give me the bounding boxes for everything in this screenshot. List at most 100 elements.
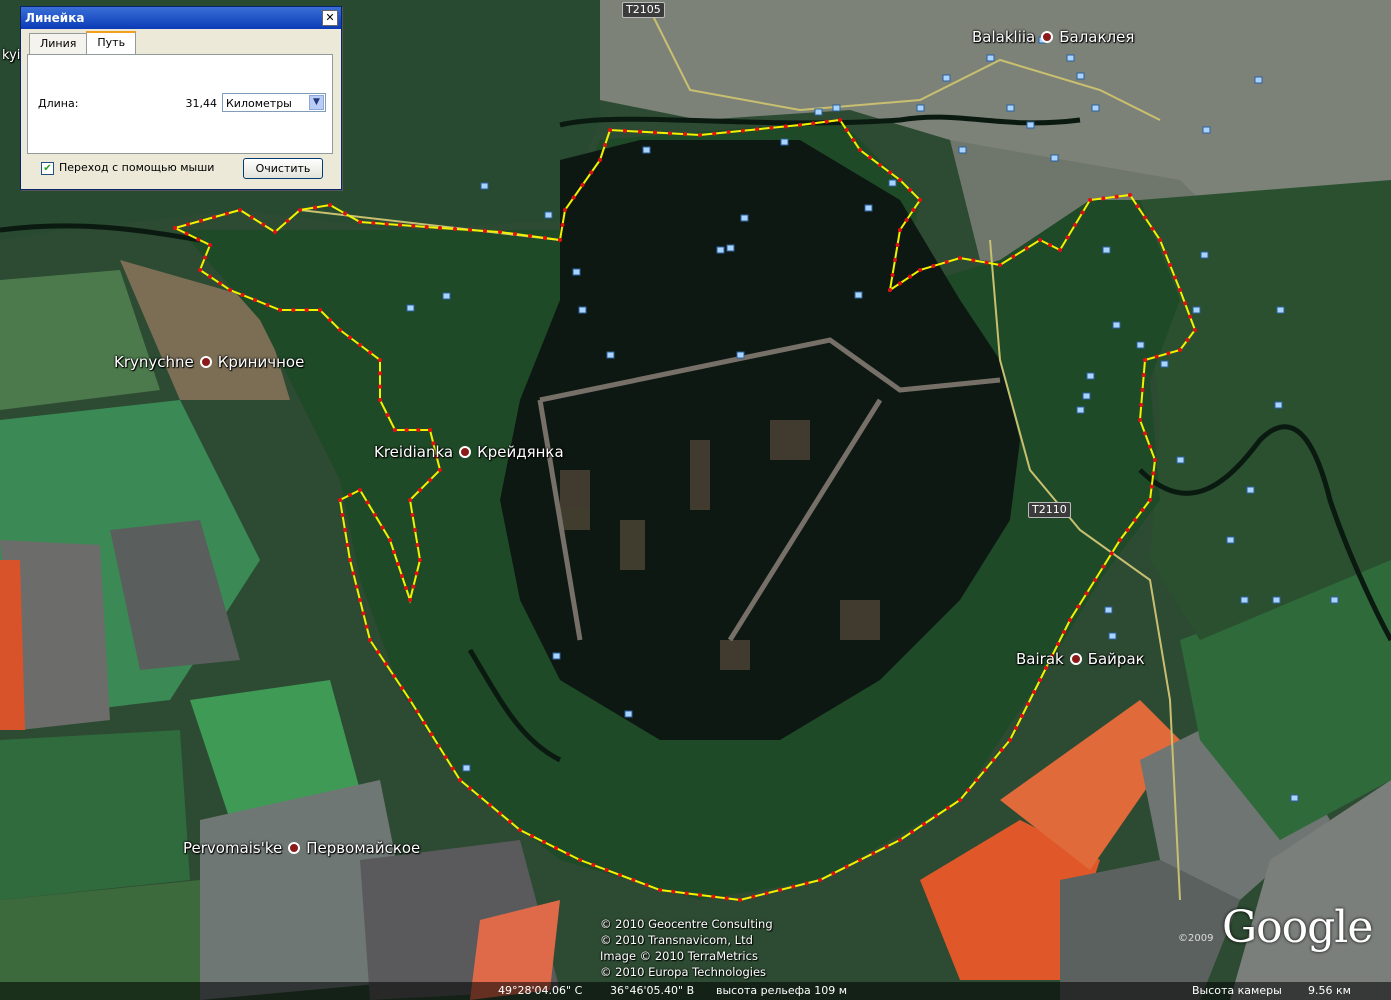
photo-marker-icon [442,292,451,300]
path-vertex [351,571,356,576]
path-vertex [918,268,922,272]
path-vertex [343,528,347,532]
path-vertex [1065,235,1070,240]
path-vertex [348,558,352,562]
path-vertex [604,868,609,872]
path-vertex [851,138,856,142]
photo-marker-icon [1108,632,1117,640]
path-vertex [1114,194,1119,199]
clear-button[interactable]: Очистить [243,158,323,179]
path-vertex [1024,246,1029,251]
place-bairak[interactable]: Bairak Байрак [1016,650,1145,668]
path-vertex [668,131,672,136]
status-latitude: 49°28'04.06" С [498,984,583,997]
place-latin: Bairak [1016,650,1064,668]
photo-marker-icon [1066,54,1075,62]
place-cyrillic: Первомайское [306,839,421,857]
path-vertex [1168,263,1172,267]
path-vertex [338,328,342,332]
place-krynychne[interactable]: Krynychne Криничное [114,353,304,371]
path-vertex [458,778,462,782]
path-vertex [898,838,902,842]
path-vertex [858,148,862,152]
photo-marker-icon [854,291,863,299]
copyright-line: © 2010 Transnavicom, Ltd [600,933,753,947]
path-vertex [683,132,687,137]
path-vertex [400,686,404,690]
path-vertex [1076,604,1081,609]
path-vertex [1026,702,1030,706]
mouse-nav-label: Переход с помощью мыши [59,161,215,174]
path-vertex [411,224,416,228]
path-vertex [1143,215,1147,220]
path-vertex [418,558,422,562]
place-kreidianka[interactable]: Kreidianka Крейдянка [374,443,564,461]
photo-marker-icon [1091,104,1100,112]
photo-marker-icon [780,138,789,146]
photo-marker-icon [480,182,489,190]
path-vertex [844,128,849,132]
path-vertex [653,130,657,135]
path-vertex [488,803,492,807]
photo-marker-icon [986,54,995,62]
path-vertex [358,343,362,347]
edge-place-fragment: kyi [2,48,20,63]
path-vertex [838,118,842,122]
close-icon[interactable]: ✕ [322,10,338,26]
path-vertex [984,260,989,265]
place-balakliia[interactable]: Balakliia Балаклея [972,28,1134,46]
path-vertex [218,281,222,286]
path-vertex [958,798,962,802]
photo-marker-icon [1076,406,1085,414]
path-vertex [560,223,565,227]
path-vertex [278,308,282,312]
path-vertex [631,878,636,882]
path-vertex [261,222,266,227]
path-vertex [408,498,412,502]
status-longitude: 36°46'05.40" В [610,984,695,997]
photo-marker-icon [1240,596,1249,604]
path-vertex [1128,193,1132,197]
path-vertex [895,243,900,247]
photo-marker-icon [740,214,749,222]
path-vertex [1038,678,1042,682]
path-vertex [1133,518,1137,522]
place-pervomaiske[interactable]: Pervomais'ke Первомайское [183,839,420,857]
unit-select[interactable]: Километры ▼ [222,93,326,112]
photo-marker-icon [462,764,471,772]
path-vertex [908,188,912,192]
path-vertex [408,698,412,702]
chevron-down-icon[interactable]: ▼ [309,95,324,110]
path-vertex [999,748,1004,752]
path-vertex [1014,726,1018,730]
ruler-titlebar[interactable]: Линейка ✕ [21,7,341,29]
road-label-t2105: T2105 [622,2,665,18]
path-vertex [554,846,558,850]
path-vertex [368,638,372,642]
path-vertex [1183,301,1187,306]
path-vertex [429,732,434,737]
tab-line[interactable]: Линия [29,33,88,56]
path-vertex [644,883,649,887]
place-latin: Pervomais'ke [183,839,283,857]
path-vertex [438,226,442,230]
path-vertex [354,584,359,589]
photo-marker-icon [1112,321,1121,329]
path-vertex [384,222,389,226]
path-vertex [871,851,876,856]
mouse-nav-checkbox[interactable]: ✔ [41,162,54,175]
path-vertex [358,598,362,602]
path-vertex [345,543,350,547]
path-vertex [798,123,802,127]
path-vertex [508,819,512,824]
edge-fragment-text: kyi [2,48,21,63]
photo-marker-icon [1136,341,1145,349]
path-vertex [1185,338,1190,342]
path-vertex [1163,250,1167,255]
path-vertex [1135,204,1140,209]
place-marker-icon [1041,31,1054,43]
place-marker-icon [199,356,212,368]
path-vertex [888,170,892,175]
ruler-title: Линейка [25,11,85,25]
tab-path[interactable]: Путь [86,31,137,54]
